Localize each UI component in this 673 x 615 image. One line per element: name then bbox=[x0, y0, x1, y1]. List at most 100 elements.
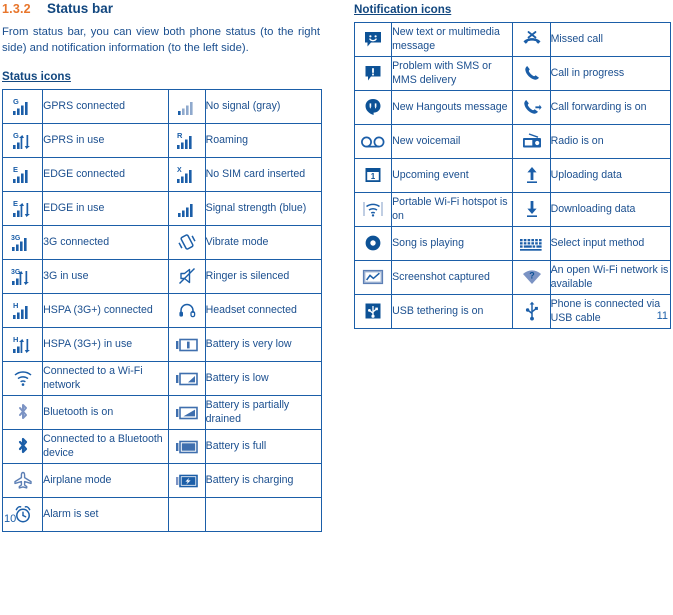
status-label: Connected to a Bluetooth device bbox=[42, 429, 169, 464]
page-number-left: 10 bbox=[4, 513, 17, 525]
calendar-event-icon: 1 bbox=[358, 162, 388, 188]
status-icon-cell bbox=[167, 225, 206, 260]
status-label: EDGE connected bbox=[42, 157, 169, 192]
notification-icon-cell bbox=[353, 22, 393, 57]
notification-icon-cell bbox=[353, 294, 393, 329]
3g-connected-icon: 3G bbox=[8, 229, 38, 255]
notification-label: New voicemail bbox=[391, 124, 514, 159]
status-label: GPRS connected bbox=[42, 89, 169, 124]
table-row: Bluetooth is on Battery is partially dra… bbox=[1, 395, 323, 430]
notification-label: Problem with SMS or MMS delivery bbox=[391, 56, 514, 91]
status-icon-cell bbox=[1, 395, 44, 430]
edge-in-use-icon: E bbox=[8, 195, 38, 221]
notification-icon-cell bbox=[512, 294, 551, 329]
status-icon-cell bbox=[1, 463, 44, 498]
wifi-open-network-icon: ? bbox=[517, 264, 547, 290]
notification-label: Missed call bbox=[549, 22, 672, 57]
table-row: E EDGE in use Signal strength (blue) bbox=[1, 191, 323, 226]
table-row: USB tethering is on Phone is connected v… bbox=[353, 294, 672, 329]
notification-icon-cell bbox=[512, 192, 551, 227]
notification-icon-cell bbox=[353, 226, 393, 261]
section-title: Status bar bbox=[47, 1, 114, 16]
svg-text:G: G bbox=[13, 131, 19, 140]
notification-icon-cell: ? bbox=[512, 260, 551, 295]
gprs-in-use-icon: G bbox=[8, 127, 38, 153]
status-icon-cell: E bbox=[1, 191, 44, 226]
status-icon-cell bbox=[167, 327, 206, 362]
missed-call-icon bbox=[517, 26, 547, 52]
status-label: Airplane mode bbox=[42, 463, 169, 498]
table-row: Portable Wi-Fi hotspot is on Downloading… bbox=[353, 192, 672, 227]
table-row: E EDGE connected X No SIM card inserted bbox=[1, 157, 323, 192]
notification-label: New Hangouts message bbox=[391, 90, 514, 125]
notification-icon-cell bbox=[353, 56, 393, 91]
table-row: G GPRS in use R Roaming bbox=[1, 123, 323, 158]
battery-partial-icon bbox=[172, 400, 202, 426]
notification-icon-cell bbox=[353, 260, 393, 295]
section-number: 1.3.2 bbox=[2, 2, 31, 16]
notification-label: Portable Wi-Fi hotspot is on bbox=[391, 192, 514, 227]
status-label: Battery is very low bbox=[204, 327, 323, 362]
notification-label: Song is playing bbox=[391, 226, 514, 261]
notification-icon-cell bbox=[353, 192, 393, 227]
table-row: Screenshot captured ? An open Wi-Fi netw… bbox=[353, 260, 672, 295]
notification-label: Upcoming event bbox=[391, 158, 514, 193]
status-label: Battery is full bbox=[204, 429, 323, 464]
edge-connected-icon: E bbox=[8, 161, 38, 187]
call-in-progress-icon bbox=[517, 60, 547, 86]
status-label: Battery is charging bbox=[204, 463, 323, 498]
status-label: Bluetooth is on bbox=[42, 395, 169, 430]
hangouts-icon bbox=[358, 94, 388, 120]
status-icon-cell: H bbox=[1, 293, 44, 328]
status-icon-cell bbox=[167, 395, 206, 430]
keyboard-icon bbox=[517, 231, 547, 257]
right-column: Notification icons New text or multimedi… bbox=[353, 0, 672, 329]
battery-very-low-icon bbox=[172, 332, 202, 358]
notification-label: Call forwarding is on bbox=[549, 90, 672, 125]
table-row: G GPRS connected No signal (gray) bbox=[1, 89, 323, 124]
status-label: 3G in use bbox=[42, 259, 169, 294]
status-label: Alarm is set bbox=[42, 497, 169, 532]
notification-label: Select input method bbox=[549, 226, 672, 261]
status-icon-cell bbox=[167, 429, 206, 464]
notification-icon-cell bbox=[353, 90, 393, 125]
svg-text:H: H bbox=[13, 301, 18, 310]
status-label: 3G connected bbox=[42, 225, 169, 260]
battery-low-icon bbox=[172, 366, 202, 392]
status-label: HSPA (3G+) in use bbox=[42, 327, 169, 362]
status-label-empty bbox=[204, 497, 323, 532]
table-row: Airplane mode Battery is charging bbox=[1, 463, 323, 498]
battery-full-icon bbox=[172, 434, 202, 460]
vibrate-mode-icon bbox=[172, 229, 202, 255]
battery-charging-icon bbox=[172, 468, 202, 494]
notification-icons-table: New text or multimedia message Missed ca… bbox=[353, 22, 672, 329]
svg-text:3G: 3G bbox=[11, 269, 21, 276]
status-icon-cell: H bbox=[1, 327, 44, 362]
table-row: H HSPA (3G+) in use Battery is very low bbox=[1, 327, 323, 362]
notification-icon-cell bbox=[512, 124, 551, 159]
status-icon-cell bbox=[167, 89, 206, 124]
table-row: Alarm is set bbox=[1, 497, 323, 532]
table-row: 3G 3G in use Ringer is silenced bbox=[1, 259, 323, 294]
table-row: Song is playing Select input method bbox=[353, 226, 672, 261]
status-icon-cell bbox=[1, 361, 44, 396]
status-icon-cell: G bbox=[1, 89, 44, 124]
status-label: EDGE in use bbox=[42, 191, 169, 226]
music-playing-icon bbox=[358, 230, 388, 256]
notification-icon-cell bbox=[512, 56, 551, 91]
status-label: HSPA (3G+) connected bbox=[42, 293, 169, 328]
gprs-connected-icon: G bbox=[8, 93, 38, 119]
notification-icon-cell bbox=[512, 22, 551, 57]
download-icon bbox=[517, 196, 547, 222]
svg-text:3G: 3G bbox=[11, 235, 21, 242]
status-icon-cell: G bbox=[1, 123, 44, 158]
left-column: 1.3.2 Status bar From status bar, you ca… bbox=[1, 0, 323, 532]
notification-label: Downloading data bbox=[549, 192, 672, 227]
ringer-silenced-icon bbox=[172, 263, 202, 289]
upload-icon bbox=[517, 162, 547, 188]
voicemail-icon bbox=[358, 129, 388, 155]
status-label: Battery is partially drained bbox=[204, 395, 323, 430]
svg-text:R: R bbox=[177, 131, 183, 140]
table-row: 1 Upcoming event Uploading data bbox=[353, 158, 672, 193]
hspa-in-use-icon: H bbox=[8, 331, 38, 357]
